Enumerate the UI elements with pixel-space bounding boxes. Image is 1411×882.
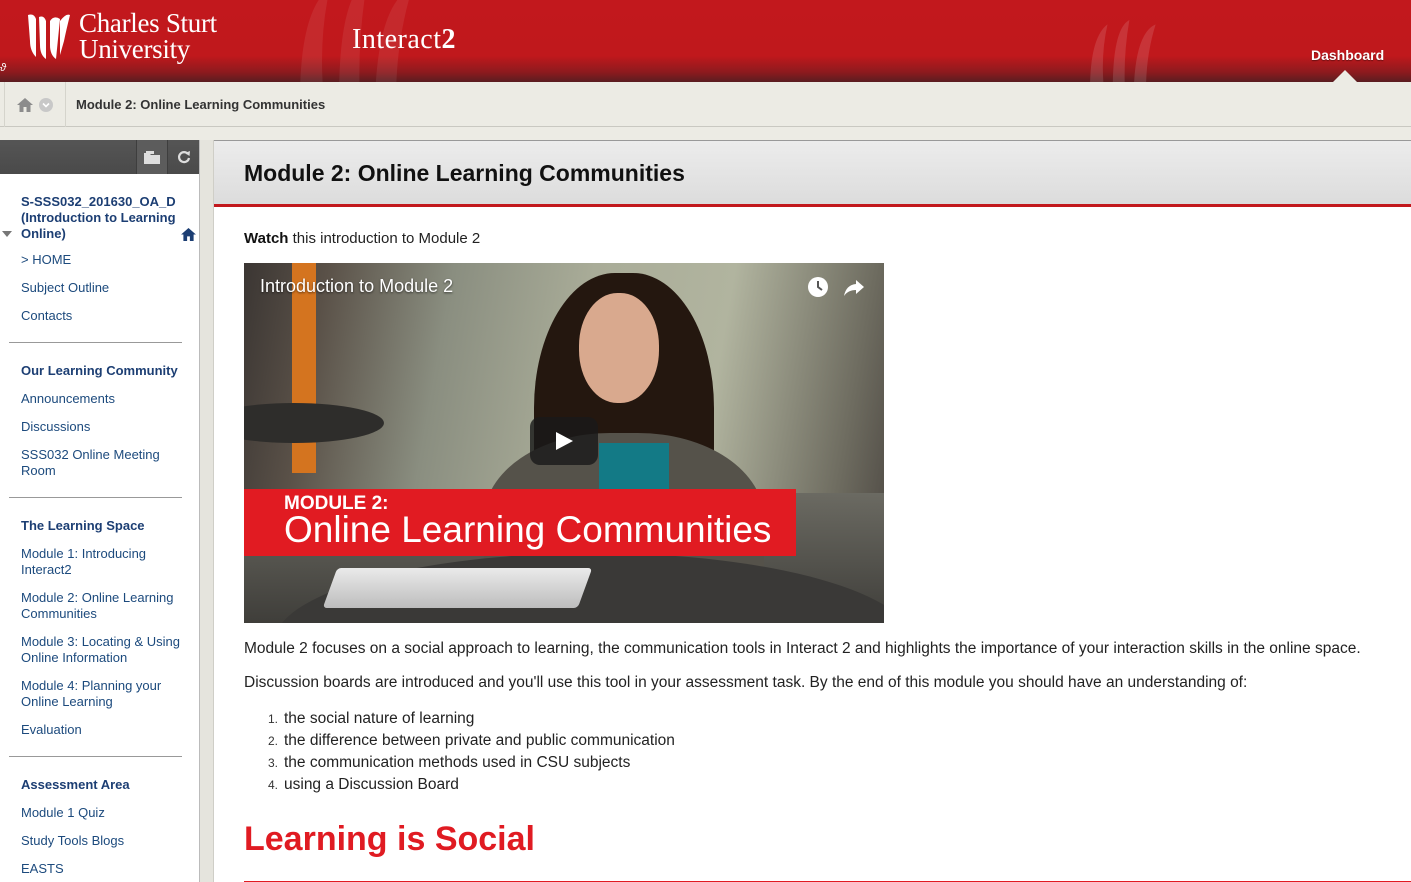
breadcrumb-home-group (4, 82, 66, 127)
sidebar-item-easts[interactable]: EASTS (21, 855, 191, 882)
sidebar-item-module-1[interactable]: Module 1: Introducing Interact2 (21, 540, 191, 584)
sidebar-item-contacts[interactable]: Contacts (21, 302, 191, 330)
sidebar-item-module-3[interactable]: Module 3: Locating & Using Online Inform… (21, 628, 191, 672)
sidebar-item-meeting-room[interactable]: SSS032 Online Meeting Room (21, 441, 191, 485)
share-icon[interactable] (842, 275, 866, 299)
sidebar-item-module-4[interactable]: Module 4: Planning your Online Learning (21, 672, 191, 716)
video-scene (579, 293, 659, 403)
chevron-down-icon[interactable] (39, 97, 53, 112)
refresh-button[interactable] (168, 140, 200, 174)
list-item: 1. the social nature of learning (268, 708, 675, 730)
sidebar-item-announcements[interactable]: Announcements (21, 385, 191, 413)
list-text: the social nature of learning (284, 710, 475, 727)
course-menu-group: The Learning Space Module 1: Introducing… (0, 512, 199, 744)
sidebar-item-home[interactable]: > HOME (21, 246, 191, 274)
intro-text: Watch this introduction to Module 2 (244, 230, 1411, 247)
module-objectives-intro: Discussion boards are introduced and you… (244, 674, 1248, 691)
content-body: Watch this introduction to Module 2 MODU… (244, 230, 1411, 882)
institution-name: Charles Sturt University (79, 8, 217, 64)
app-name-suffix: 2 (441, 24, 456, 55)
menu-resize-handle[interactable] (200, 140, 214, 882)
course-menu-toolbar (0, 140, 199, 174)
list-item: 3. the communication methods used in CSU … (268, 752, 675, 774)
folder-icon (144, 150, 160, 164)
csu-logo-mark-icon (28, 14, 70, 59)
sidebar-heading-learning-space: The Learning Space (21, 518, 145, 533)
course-menu-group: Our Learning Community Announcements Dis… (0, 357, 199, 485)
video-title[interactable]: Introduction to Module 2 (260, 276, 453, 297)
folder-view-button[interactable] (136, 140, 168, 174)
collapse-triangle-icon[interactable] (2, 231, 12, 237)
refresh-icon (177, 151, 191, 164)
breadcrumb: Module 2: Online Learning Communities (0, 82, 1411, 127)
section-heading: Learning is Social (244, 820, 535, 858)
video-player[interactable]: MODULE 2: Online Learning Communities In… (244, 263, 884, 623)
course-header: S-SSS032_201630_OA_D (Introduction to Le… (0, 174, 199, 242)
course-home-icon[interactable] (181, 228, 196, 241)
course-title[interactable]: S-SSS032_201630_OA_D (Introduction to Le… (21, 194, 181, 242)
list-text: the communication methods used in CSU su… (284, 754, 631, 771)
list-number: 3. (268, 756, 279, 770)
sidebar-item-study-tools-blogs[interactable]: Study Tools Blogs (21, 827, 191, 855)
watch-later-icon[interactable] (806, 275, 830, 299)
objectives-list: 1. the social nature of learning 2. the di… (268, 708, 675, 796)
sidebar-heading-assessment-area: Assessment Area (21, 777, 130, 792)
edge-tab-icon[interactable]: ϑ (0, 62, 6, 74)
active-tab-caret (1333, 70, 1357, 82)
module-description: Module 2 focuses on a social approach to… (244, 640, 1361, 657)
page-header: Module 2: Online Learning Communities (214, 141, 1411, 207)
sidebar-item-module-2[interactable]: Module 2: Online Learning Communities (21, 584, 191, 628)
video-title-banner: MODULE 2: Online Learning Communities (244, 489, 796, 556)
sidebar-item-subject-outline[interactable]: Subject Outline (21, 274, 191, 302)
course-menu: S-SSS032_201630_OA_D (Introduction to Le… (0, 140, 200, 882)
home-icon[interactable] (17, 97, 33, 112)
sidebar-item-evaluation[interactable]: Evaluation (21, 716, 191, 744)
list-text: using a Discussion Board (284, 776, 459, 793)
list-number: 1. (268, 712, 279, 726)
csu-logo[interactable]: Charles Sturt University (26, 8, 217, 64)
list-number: 2. (268, 734, 279, 748)
dashboard-link[interactable]: Dashboard (1311, 47, 1384, 63)
list-text: the difference between private and publi… (284, 732, 675, 749)
site-header: Charles Sturt University Interact2 ϑ Das… (0, 0, 1411, 82)
sidebar-heading-learning-community: Our Learning Community (21, 363, 178, 378)
page-title: Module 2: Online Learning Communities (244, 160, 685, 186)
content-area: Module 2: Online Learning Communities Wa… (214, 140, 1411, 882)
intro-bold: Watch (244, 230, 289, 247)
divider (9, 756, 182, 757)
sidebar-item-discussions[interactable]: Discussions (21, 413, 191, 441)
course-menu-group: Assessment Area Module 1 Quiz Study Tool… (0, 771, 199, 882)
institution-line2: University (79, 34, 190, 64)
app-name-prefix: Interact (352, 24, 442, 55)
institution-line1: Charles Sturt (79, 8, 217, 38)
divider (9, 497, 182, 498)
intro-rest: this introduction to Module 2 (288, 230, 481, 247)
list-item: 2. the difference between private and pub… (268, 730, 675, 752)
divider (9, 342, 182, 343)
video-scene (322, 568, 593, 608)
app-name: Interact2 (352, 24, 456, 56)
list-number: 4. (268, 778, 279, 792)
sidebar-item-module-1-quiz[interactable]: Module 1 Quiz (21, 799, 191, 827)
watermark-logo-icon (1090, 20, 1156, 82)
list-item: 4. using a Discussion Board (268, 774, 675, 796)
breadcrumb-current: Module 2: Online Learning Communities (76, 97, 326, 112)
banner-title: Online Learning Communities (284, 509, 772, 550)
play-icon[interactable] (530, 417, 598, 465)
video-scene (244, 403, 384, 443)
course-menu-list: > HOME Subject Outline Contacts (0, 246, 199, 330)
